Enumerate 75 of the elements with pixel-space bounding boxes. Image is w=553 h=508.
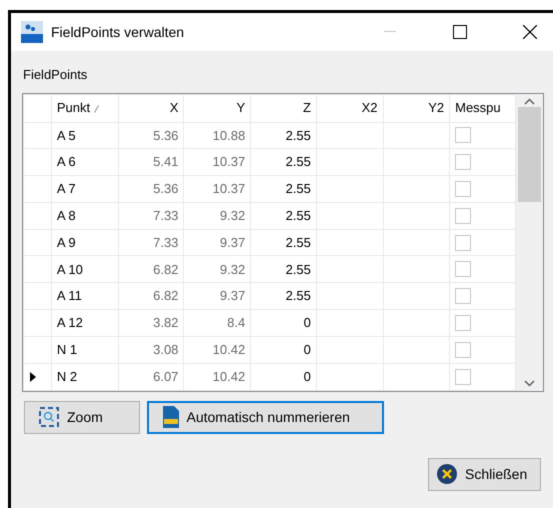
zoom-icon — [39, 407, 59, 427]
table-cell: A 10 — [51, 256, 118, 283]
app-icon — [21, 21, 43, 43]
table-cell: 2.55 — [250, 148, 316, 176]
table-cell: A 9 — [51, 229, 118, 256]
current-row-icon — [30, 372, 36, 382]
table-cell: N 2 — [51, 363, 118, 390]
checkbox[interactable] — [455, 368, 472, 385]
checkbox[interactable] — [455, 342, 472, 358]
table-cell: 9.37 — [184, 229, 251, 256]
checkbox[interactable] — [455, 314, 472, 331]
toolbar-button[interactable]: Zoom — [24, 400, 140, 434]
table-cell: 0 — [250, 310, 316, 336]
column-header[interactable]: Punkt — [51, 94, 118, 122]
scrollbar[interactable] — [516, 94, 543, 390]
table-cell: 9.37 — [184, 282, 251, 310]
table-cell: 10.88 — [184, 122, 251, 149]
checkbox[interactable] — [455, 234, 472, 251]
column-header[interactable]: Messpu — [450, 94, 516, 122]
checkbox[interactable] — [455, 180, 472, 197]
column-header[interactable]: Y — [184, 94, 251, 122]
column-header[interactable]: X2 — [316, 94, 384, 122]
close-icon[interactable] — [523, 25, 537, 39]
table-cell: 5.36 — [118, 122, 184, 149]
table-cell: 7.33 — [118, 202, 184, 230]
close-dialog-button[interactable]: Schließen — [428, 458, 541, 490]
checkbox[interactable] — [455, 288, 472, 304]
table-cell: 5.41 — [118, 148, 184, 176]
table-cell: N 1 — [51, 336, 118, 364]
toolbar-button[interactable]: Automatisch nummerieren — [146, 400, 384, 434]
close-circle-icon — [437, 464, 457, 484]
table-cell: 2.55 — [250, 176, 316, 202]
table-cell: 3.08 — [118, 336, 184, 364]
column-header[interactable]: X — [118, 94, 184, 122]
column-header[interactable]: Z — [250, 94, 316, 122]
checkbox[interactable] — [455, 127, 472, 144]
numbering-icon — [162, 406, 178, 428]
table-cell: 5.36 — [118, 176, 184, 202]
table-cell: 3.82 — [118, 310, 184, 336]
table-cell: 2.55 — [250, 229, 316, 256]
minimize-icon[interactable] — [384, 31, 396, 33]
table-cell: 10.42 — [184, 363, 251, 390]
table-cell: 10.37 — [184, 176, 251, 202]
table-cell: 10.42 — [184, 336, 251, 364]
table-cell: 9.32 — [184, 256, 251, 283]
maximize-icon[interactable] — [453, 25, 467, 39]
table-cell: A 11 — [51, 282, 118, 310]
scroll-down-icon[interactable] — [524, 380, 536, 386]
column-header[interactable]: Y2 — [383, 94, 450, 122]
window-title: FieldPoints verwalten — [51, 22, 184, 42]
scroll-up-icon[interactable] — [524, 98, 536, 104]
table-cell: A 12 — [51, 310, 118, 336]
row-header[interactable] — [24, 363, 52, 390]
checkbox[interactable] — [455, 154, 472, 170]
table-cell: 2.55 — [250, 282, 316, 310]
table-cell: A 8 — [51, 202, 118, 230]
table-cell: 10.37 — [184, 148, 251, 176]
table-cell: 6.82 — [118, 282, 184, 310]
scroll-thumb[interactable] — [518, 107, 542, 202]
table-cell: 0 — [250, 363, 316, 390]
checkbox[interactable] — [455, 208, 472, 224]
table-cell: A 7 — [51, 176, 118, 202]
table-cell: A 6 — [51, 148, 118, 176]
table-cell: 6.07 — [118, 363, 184, 390]
table-cell: 2.55 — [250, 122, 316, 149]
table-cell: 7.33 — [118, 229, 184, 256]
group-label: FieldPoints — [23, 67, 88, 82]
table-cell: 2.55 — [250, 202, 316, 230]
checkbox[interactable] — [455, 261, 472, 278]
table-cell: 0 — [250, 336, 316, 364]
table-cell: 2.55 — [250, 256, 316, 283]
table-cell: 6.82 — [118, 256, 184, 283]
table-cell: 8.4 — [184, 310, 251, 336]
table-cell: A 5 — [51, 122, 118, 149]
table-cell: 9.32 — [184, 202, 251, 230]
